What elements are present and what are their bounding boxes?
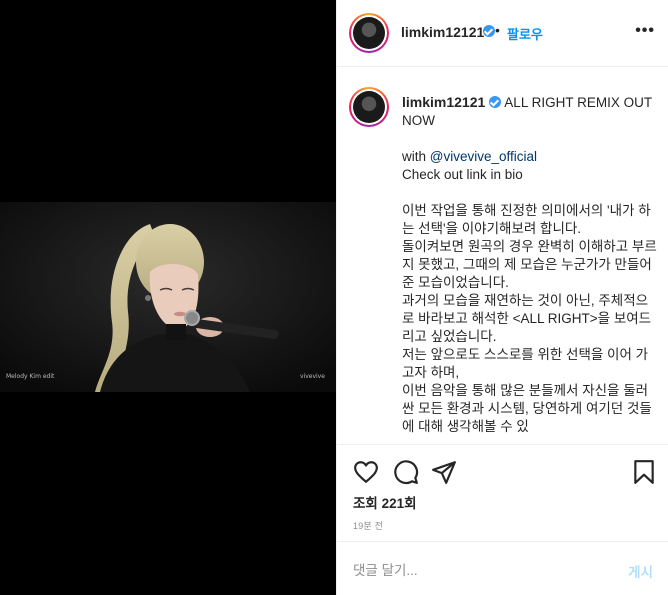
bookmark-icon[interactable] (631, 459, 657, 485)
post-media[interactable]: Melody Kim edit vivevive (0, 0, 336, 595)
video-watermark-right: vivevive (300, 373, 325, 380)
caption-line-4: 이번 음악을 통해 많은 분들께서 자신을 둘러싼 모든 환경과 시스템, 당연… (402, 383, 652, 434)
video-frame-image (0, 202, 336, 392)
verified-badge-icon (483, 25, 495, 37)
caption-line-2: 과거의 모습을 재연하는 것이 아닌, 주체적으로 바라보고 해석한 <ALL … (402, 293, 652, 344)
caption-username[interactable]: limkim12121 (402, 94, 485, 110)
caption-avatar[interactable] (349, 87, 389, 127)
caption-with-line: with @vivevive_official (402, 149, 538, 164)
caption-verified-badge-icon (489, 96, 502, 108)
video-player[interactable] (0, 202, 336, 392)
caption: limkim12121 ALL RIGHT REMIX OUT NOW with… (402, 93, 657, 436)
caption-scroll-area[interactable]: limkim12121 ALL RIGHT REMIX OUT NOW with… (337, 67, 668, 444)
more-options-icon[interactable]: ••• (635, 23, 655, 39)
header-username[interactable]: limkim12121 (401, 24, 484, 40)
caption-line-3: 저는 앞으로도 스스로를 위한 선택을 이어 가고자 하며, (402, 347, 649, 380)
view-count[interactable]: 조회 221회 (353, 492, 417, 512)
separator-dot: • (495, 22, 500, 38)
avatar[interactable] (349, 13, 389, 53)
comment-input[interactable] (353, 560, 593, 580)
follow-button[interactable]: 팔로우 (507, 24, 543, 43)
caption-line-1: 돌이켜보면 원곡의 경우 완벽히 이해하고 부르지 못했고, 그때의 제 모습은… (402, 239, 657, 290)
action-bar (337, 444, 668, 494)
post-comment-button[interactable]: 게시 (628, 561, 653, 581)
caption-paragraph: 이번 작업을 통해 진정한 의미에서의 '내가 하는 선택'을 이야기해보려 합… (402, 203, 651, 236)
mention-link[interactable]: @vivevive_official (430, 149, 537, 164)
post-side-panel: limkim12121 • 팔로우 ••• limkim12121 ALL RI… (336, 0, 668, 595)
caption-bio-line: Check out link in bio (402, 167, 523, 182)
heart-icon[interactable] (353, 459, 379, 485)
comment-bubble-icon[interactable] (393, 459, 419, 485)
paper-plane-icon[interactable] (431, 459, 457, 485)
video-watermark-left: Melody Kim edit (6, 373, 55, 380)
post-header: limkim12121 • 팔로우 ••• (337, 0, 668, 67)
comment-bar: 게시 (337, 541, 668, 595)
post-timestamp[interactable]: 19분 전 (353, 519, 383, 532)
